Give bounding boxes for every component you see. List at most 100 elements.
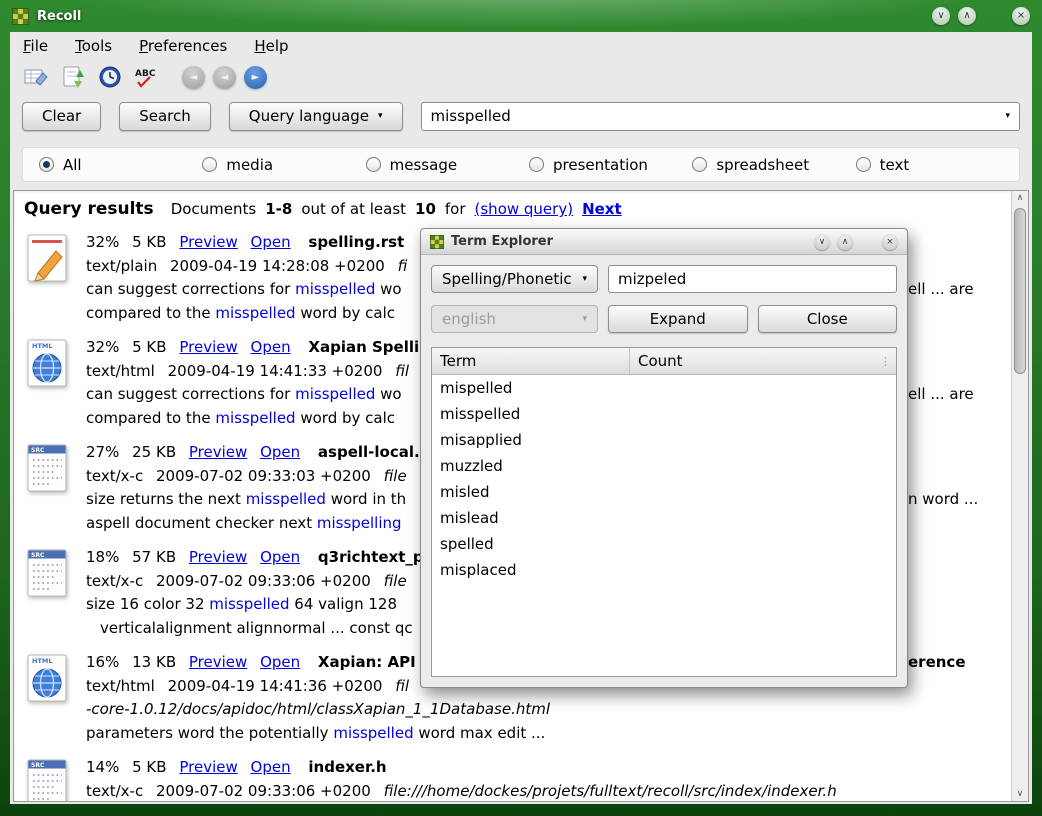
dialog-maximize-button[interactable]: ∧	[837, 234, 853, 250]
expansion-mode-dropdown[interactable]: Spelling/Phonetic ▾	[431, 265, 598, 293]
dialog-close-button[interactable]: ×	[882, 234, 898, 250]
snippet-text: size 16 color 32	[86, 595, 209, 613]
query-language-dropdown[interactable]: Query language ▾	[229, 102, 403, 131]
radio-selected-icon	[39, 157, 54, 172]
mime-type: text/x-c	[86, 782, 143, 800]
filter-presentation[interactable]: presentation	[529, 156, 692, 174]
term-row[interactable]: mispelled	[432, 375, 896, 401]
filter-spreadsheet[interactable]: spreadsheet	[692, 156, 855, 174]
column-grip-icon[interactable]: ⋮	[880, 355, 896, 368]
show-query-link[interactable]: (show query)	[475, 200, 574, 218]
out-of-label: out of at least	[301, 200, 406, 218]
snippet-text: wo	[375, 280, 401, 298]
menu-tools[interactable]: Tools	[75, 37, 112, 55]
next-page-button[interactable]: ►	[244, 66, 267, 89]
menu-help[interactable]: Help	[254, 37, 288, 55]
window-close-button[interactable]: ×	[1012, 7, 1030, 25]
scroll-up-arrow[interactable]: ∧	[1012, 193, 1028, 203]
menu-file[interactable]: File	[23, 37, 48, 55]
open-link[interactable]: Open	[251, 338, 291, 356]
filter-all[interactable]: All	[39, 156, 202, 174]
expand-button[interactable]: Expand	[608, 305, 748, 333]
open-link[interactable]: Open	[260, 548, 300, 566]
prev-page-button[interactable]: ◄	[213, 66, 236, 89]
query-language-label: Query language	[249, 107, 369, 125]
recoll-app-icon	[430, 235, 444, 249]
window-shade-button[interactable]: ∨	[932, 7, 950, 25]
dialog-shade-button[interactable]: ∨	[814, 234, 830, 250]
dialog-title: Term Explorer	[451, 234, 807, 249]
term-row[interactable]: mislead	[432, 505, 896, 531]
relevance-percent: 32%	[86, 338, 119, 356]
column-header-count[interactable]: Count	[630, 352, 880, 370]
search-entry[interactable]: misspelled ▾	[421, 102, 1020, 131]
notes-file-icon	[26, 233, 72, 285]
search-button[interactable]: Search	[119, 102, 211, 131]
preview-link[interactable]: Preview	[179, 233, 237, 251]
erase-search-button[interactable]	[21, 63, 50, 92]
language-dropdown[interactable]: english ▾	[431, 305, 598, 333]
chevron-up-icon: ∧	[842, 237, 849, 247]
clear-button[interactable]: Clear	[22, 102, 101, 131]
open-link[interactable]: Open	[260, 443, 300, 461]
term-row[interactable]: muzzled	[432, 453, 896, 479]
next-page-link[interactable]: Next	[582, 200, 622, 218]
chevron-down-icon: ∨	[937, 11, 944, 21]
results-scrollbar[interactable]: ∧ ∨	[1011, 191, 1028, 801]
result-range: 1-8	[265, 200, 292, 218]
term-row[interactable]: spelled	[432, 531, 896, 557]
filter-message[interactable]: message	[366, 156, 529, 174]
history-button[interactable]	[95, 63, 124, 92]
filter-label: spreadsheet	[716, 156, 809, 174]
file-path: -core-1.0.12/docs/apidoc/html/classXapia…	[86, 700, 550, 718]
term-row[interactable]: misapplied	[432, 427, 896, 453]
matched-term: misspelled	[295, 280, 375, 298]
window-titlebar[interactable]: Recoll ∨ ∧ ×	[0, 0, 1042, 32]
column-header-term[interactable]: Term	[432, 352, 629, 370]
menu-preferences[interactable]: Preferences	[139, 37, 227, 55]
first-page-button[interactable]: ◄	[182, 66, 205, 89]
filter-text[interactable]: text	[856, 156, 1019, 174]
window-controls: ∨ ∧ ×	[932, 7, 1030, 25]
recoll-app-icon	[12, 8, 29, 25]
preview-link[interactable]: Preview	[189, 653, 247, 671]
file-size: 5 KB	[132, 233, 166, 251]
update-index-button[interactable]	[58, 63, 87, 92]
scrollbar-thumb[interactable]	[1014, 208, 1026, 374]
window-maximize-button[interactable]: ∧	[958, 7, 976, 25]
term-row[interactable]: misplaced	[432, 557, 896, 583]
open-link[interactable]: Open	[260, 653, 300, 671]
chevron-down-icon: ∨	[819, 237, 826, 247]
results-header: Query results Documents 1-8 out of at le…	[24, 199, 1011, 219]
scroll-down-arrow[interactable]: ∨	[1012, 789, 1028, 799]
term-row[interactable]: misled	[432, 479, 896, 505]
preview-link[interactable]: Preview	[179, 338, 237, 356]
snippet-text: 64 valign 128	[290, 595, 397, 613]
result-date: 2009-07-02 09:33:06 +0200	[156, 572, 371, 590]
file-size: 5 KB	[132, 758, 166, 776]
radio-icon	[529, 157, 544, 172]
filter-media[interactable]: media	[202, 156, 365, 174]
result-title: aspell-local.	[318, 443, 420, 461]
term-explorer-button[interactable]	[132, 63, 161, 92]
preview-link[interactable]: Preview	[189, 548, 247, 566]
source-file-icon	[26, 548, 72, 600]
chevron-down-icon: ▾	[582, 275, 587, 284]
snippet-text: verticalalignment alignnormal ... const …	[100, 619, 413, 637]
spellcheck-abc-icon	[134, 64, 160, 90]
snippet-text: word max edit ...	[414, 724, 546, 742]
snippet-fragment: ell ... are	[908, 278, 974, 302]
open-link[interactable]: Open	[251, 233, 291, 251]
close-button[interactable]: Close	[758, 305, 898, 333]
file-size: 57 KB	[132, 548, 176, 566]
result-date: 2009-04-19 14:28:08 +0200	[170, 257, 385, 275]
preview-link[interactable]: Preview	[179, 758, 237, 776]
dialog-titlebar[interactable]: Term Explorer ∨ ∧ ×	[421, 229, 907, 255]
preview-link[interactable]: Preview	[189, 443, 247, 461]
open-link[interactable]: Open	[251, 758, 291, 776]
snippet-text: aspell document checker next	[86, 514, 317, 532]
term-input[interactable]: mizpeled	[608, 265, 897, 293]
relevance-percent: 14%	[86, 758, 119, 776]
chevron-down-icon: ∨	[1017, 789, 1024, 799]
term-row[interactable]: misspelled	[432, 401, 896, 427]
